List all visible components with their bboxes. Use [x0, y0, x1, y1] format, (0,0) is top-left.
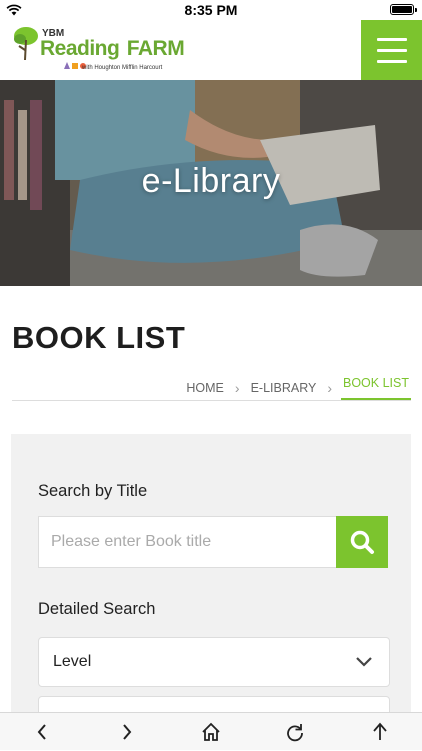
forward-button[interactable] [107, 713, 147, 751]
search-icon [349, 529, 375, 555]
tree-icon [12, 26, 40, 64]
site-header: YBM Reading FARM with Houghton Mifflin H… [0, 20, 422, 80]
hamburger-icon [377, 38, 407, 41]
status-time: 8:35 PM [185, 2, 238, 18]
logo[interactable]: YBM Reading FARM with Houghton Mifflin H… [12, 24, 162, 76]
battery-icon [390, 4, 414, 15]
home-icon [201, 722, 221, 742]
status-bar: 8:35 PM [0, 0, 422, 20]
share-button[interactable] [360, 713, 400, 751]
breadcrumb-current[interactable]: BOOK LIST [341, 376, 411, 400]
back-arrow-icon [36, 723, 48, 741]
search-title-label: Search by Title [38, 482, 147, 501]
detailed-search-label: Detailed Search [38, 600, 155, 619]
level-select[interactable]: Level [38, 637, 390, 687]
reload-button[interactable] [275, 713, 315, 751]
menu-button[interactable] [361, 20, 422, 80]
chevron-right-icon: › [327, 380, 332, 396]
breadcrumb: HOME › E-LIBRARY › BOOK LIST [184, 376, 411, 400]
back-button[interactable] [22, 713, 62, 751]
home-button[interactable] [191, 713, 231, 751]
title-search-row [38, 516, 388, 568]
browser-toolbar [0, 712, 422, 750]
logo-main-text: Reading FARM [40, 37, 184, 61]
chevron-down-icon [355, 656, 373, 668]
share-icon [371, 722, 389, 742]
breadcrumb-elibrary[interactable]: E-LIBRARY [249, 381, 319, 395]
breadcrumb-divider [12, 400, 411, 401]
hero-title: e-Library [0, 162, 422, 201]
reload-icon [285, 722, 305, 742]
breadcrumb-home[interactable]: HOME [184, 381, 226, 395]
level-select-value: Level [53, 653, 91, 671]
logo-sub-text: with Houghton Mifflin Harcourt [82, 65, 162, 71]
wifi-icon [6, 4, 22, 16]
search-panel: Search by Title Detailed Search Level [11, 434, 411, 734]
forward-arrow-icon [121, 723, 133, 741]
chevron-right-icon: › [235, 380, 240, 396]
title-search-input[interactable] [38, 516, 336, 568]
page-title: BOOK LIST [12, 320, 185, 356]
hero-banner: e-Library [0, 80, 422, 286]
search-button[interactable] [336, 516, 388, 568]
